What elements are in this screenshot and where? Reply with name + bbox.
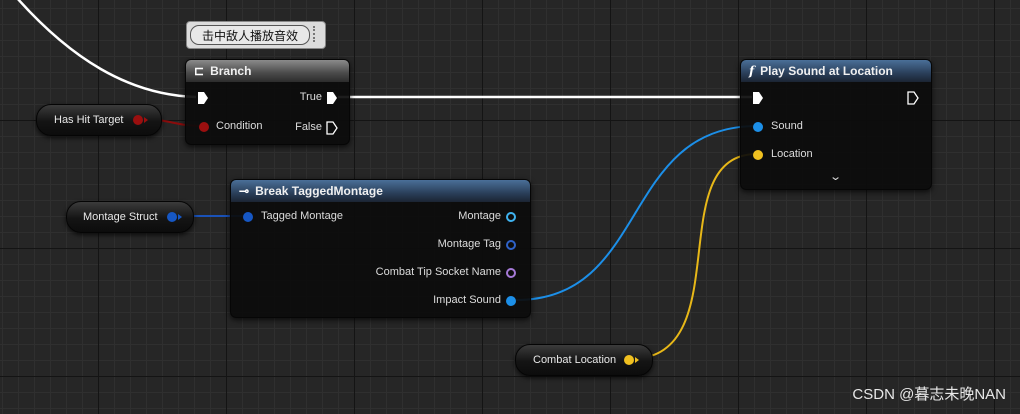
true-label: True bbox=[299, 91, 322, 103]
play-sound-node-header[interactable]: f Play Sound at Location bbox=[741, 60, 931, 82]
combat-tip-socket-name-output-pin[interactable] bbox=[506, 268, 516, 278]
condition-label: Condition bbox=[216, 120, 263, 132]
has-hit-target-variable[interactable]: Has Hit Target bbox=[36, 104, 162, 136]
branch-node[interactable]: ⊏ Branch True Condition False bbox=[185, 59, 350, 145]
break-tagged-montage-node[interactable]: ⊸ Break TaggedMontage Tagged Montage Mon… bbox=[230, 179, 531, 318]
bool-output-pin[interactable] bbox=[133, 115, 143, 125]
vector-output-pin[interactable] bbox=[624, 355, 634, 365]
exec-true-pin[interactable] bbox=[326, 91, 338, 105]
impact-sound-label: Impact Sound bbox=[433, 294, 501, 306]
exec-input-pin[interactable] bbox=[197, 91, 209, 105]
play-sound-title: Play Sound at Location bbox=[760, 64, 893, 78]
struct-output-pin[interactable] bbox=[167, 212, 177, 222]
break-struct-icon: ⊸ bbox=[239, 184, 250, 198]
vector-wire bbox=[629, 153, 758, 360]
montage-label: Montage bbox=[458, 210, 501, 222]
montage-struct-variable[interactable]: Montage Struct bbox=[66, 201, 194, 233]
sound-input-pin[interactable] bbox=[753, 122, 763, 132]
comment-text: 击中敌人播放音效 bbox=[190, 25, 310, 45]
pin-arrow-icon bbox=[178, 214, 185, 220]
play-sound-at-location-node[interactable]: f Play Sound at Location Sound Location … bbox=[740, 59, 932, 190]
condition-input-pin[interactable] bbox=[199, 122, 209, 132]
function-icon: f bbox=[749, 64, 755, 78]
exec-false-pin[interactable] bbox=[326, 121, 338, 135]
location-label: Location bbox=[771, 148, 813, 160]
montage-tag-label: Montage Tag bbox=[437, 238, 501, 250]
chevron-down-icon[interactable]: ⌄ bbox=[829, 170, 842, 183]
branch-title: Branch bbox=[210, 64, 252, 78]
watermark: CSDN @暮志未晚NAN bbox=[852, 386, 1006, 403]
tagged-montage-input-pin[interactable] bbox=[243, 212, 253, 222]
break-title: Break TaggedMontage bbox=[255, 184, 383, 198]
tagged-montage-label: Tagged Montage bbox=[261, 210, 343, 222]
false-label: False bbox=[295, 121, 322, 133]
impact-sound-output-pin[interactable] bbox=[506, 296, 516, 306]
variable-label: Montage Struct bbox=[83, 211, 158, 223]
location-input-pin[interactable] bbox=[753, 150, 763, 160]
exec-wire-incoming bbox=[17, 0, 197, 99]
sound-label: Sound bbox=[771, 120, 803, 132]
comment-bubble[interactable]: 击中敌人播放音效 bbox=[186, 21, 326, 49]
branch-icon: ⊏ bbox=[194, 64, 205, 78]
pin-arrow-icon bbox=[635, 357, 642, 363]
break-node-header[interactable]: ⊸ Break TaggedMontage bbox=[231, 180, 530, 202]
exec-output-pin[interactable] bbox=[907, 91, 919, 105]
exec-input-pin[interactable] bbox=[752, 91, 764, 105]
branch-node-header[interactable]: ⊏ Branch bbox=[186, 60, 349, 82]
variable-label: Has Hit Target bbox=[54, 114, 124, 126]
pin-arrow-icon bbox=[144, 117, 151, 123]
sound-wire bbox=[515, 125, 758, 301]
comment-pin-icon[interactable] bbox=[313, 26, 321, 42]
montage-output-pin[interactable] bbox=[506, 212, 516, 222]
combat-location-variable[interactable]: Combat Location bbox=[515, 344, 653, 376]
combat-tip-socket-name-label: Combat Tip Socket Name bbox=[375, 266, 501, 278]
variable-label: Combat Location bbox=[533, 354, 617, 366]
montage-tag-output-pin[interactable] bbox=[506, 240, 516, 250]
